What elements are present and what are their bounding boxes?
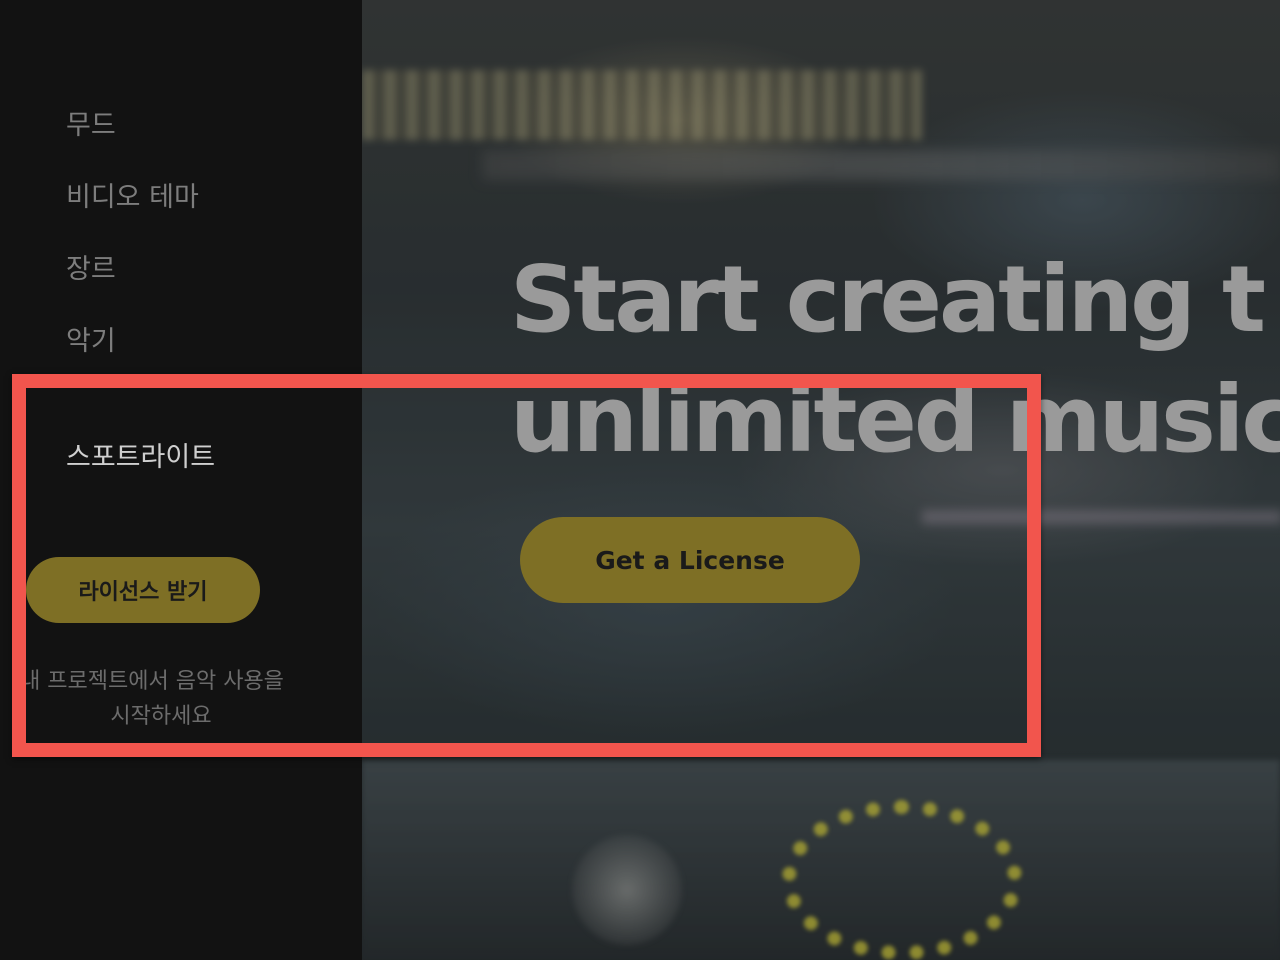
hero-title: Start creating t unlimited music (510, 240, 1280, 480)
sidebar-item-instrument[interactable]: 악기 (66, 320, 199, 392)
promo-line-1: 내 프로젝트에서 음악 사용을 (20, 669, 284, 694)
sidebar-license-button[interactable]: 라이선스 받기 (26, 557, 260, 623)
sidebar-promo-text: 내 프로젝트에서 음악 사용을 시작하세요 (0, 664, 322, 734)
promo-line-2: 시작하세요 (110, 704, 212, 729)
hero-dim-overlay (362, 0, 1280, 960)
get-license-button[interactable]: Get a License (520, 517, 860, 603)
sidebar-nav: 무드 비디오 테마 장르 악기 (66, 104, 199, 392)
sidebar-item-video-theme[interactable]: 비디오 테마 (66, 176, 199, 248)
sidebar-item-spotlight[interactable]: 스포트라이트 (66, 436, 215, 480)
page: Start creating t unlimited music Get a L… (0, 0, 1280, 960)
sidebar-item-genre[interactable]: 장르 (66, 248, 199, 320)
hero-title-line-1: Start creating t (510, 246, 1266, 353)
hero-section: Start creating t unlimited music Get a L… (362, 0, 1280, 960)
hero-title-line-2: unlimited music (510, 366, 1280, 473)
sidebar-item-mood[interactable]: 무드 (66, 104, 199, 176)
sidebar: 무드 비디오 테마 장르 악기 스포트라이트 라이선스 받기 내 프로젝트에서 … (0, 0, 362, 960)
